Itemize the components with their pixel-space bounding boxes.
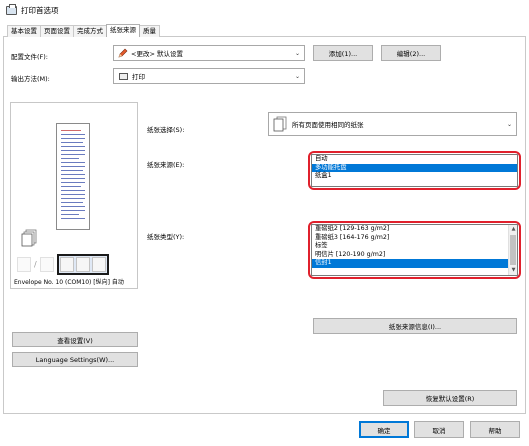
tray-source-icon[interactable] xyxy=(75,256,90,272)
chevron-down-icon: ⌄ xyxy=(506,120,512,128)
tab-paper-source[interactable]: 纸张来源 xyxy=(106,24,140,37)
list-item[interactable]: 标签 xyxy=(312,242,508,251)
printer-view-icon[interactable] xyxy=(17,256,31,272)
source-view-group xyxy=(56,253,109,275)
list-item[interactable]: 自动 xyxy=(312,155,517,164)
paper-selection-select[interactable]: 所有页面使用相同的纸张 ⌄ xyxy=(268,112,517,136)
list-item[interactable]: 明信片 [120-190 g/m2] xyxy=(312,251,508,260)
chevron-down-icon: ⌄ xyxy=(294,49,300,57)
list-item[interactable]: 重磅纸3 [164-176 g/m2] xyxy=(312,234,508,243)
paper-source-label: 纸张来源(E): xyxy=(147,161,185,169)
page-view-icon[interactable] xyxy=(39,256,54,272)
output-method-label: 输出方法(M): xyxy=(11,75,50,83)
restore-defaults-button[interactable]: 恢复默认设置(R) xyxy=(383,390,517,406)
window-title: 打印首选项 xyxy=(21,5,59,15)
printer-icon xyxy=(6,3,17,15)
copies-stack-icon xyxy=(20,229,38,247)
list-item[interactable]: 多功能托盘 xyxy=(312,163,517,173)
tab-page-setup[interactable]: 页面设置 xyxy=(40,25,74,37)
cancel-button[interactable]: 取消 xyxy=(414,421,464,438)
tab-finishing[interactable]: 完成方式 xyxy=(73,25,107,37)
tab-quality[interactable]: 质量 xyxy=(139,25,160,37)
preview-toolbar: / xyxy=(17,253,131,275)
printer-icon xyxy=(119,72,128,80)
chevron-down-icon: ⌄ xyxy=(294,72,300,80)
pencil-icon xyxy=(118,48,128,58)
profile-value: <更改> 默认设置 xyxy=(131,50,183,58)
add-profile-button[interactable]: 添加(1)... xyxy=(313,45,373,61)
ok-button[interactable]: 确定 xyxy=(359,421,409,438)
page-preview xyxy=(56,123,90,230)
tab-strip: 基本设置 页面设置 完成方式 纸张来源 质量 xyxy=(7,24,160,37)
printer-source-icon[interactable] xyxy=(59,256,74,272)
title-bar: 打印首选项 xyxy=(0,0,529,20)
view-settings-button[interactable]: 查看设置(V) xyxy=(12,332,138,347)
scroll-down-icon[interactable]: ▼ xyxy=(509,266,517,275)
list-item[interactable]: 纸盒1 xyxy=(312,172,517,181)
profile-label: 配置文件(F): xyxy=(11,53,49,61)
paper-selection-value: 所有页面使用相同的纸张 xyxy=(292,121,364,129)
paper-type-scrollbar[interactable]: ▲ ▼ xyxy=(508,225,517,275)
pages-icon xyxy=(273,116,287,132)
paper-source-list[interactable]: 自动 多功能托盘 纸盒1 xyxy=(311,154,518,187)
help-button[interactable]: 帮助 xyxy=(470,421,520,438)
scroll-up-icon[interactable]: ▲ xyxy=(509,225,517,234)
list-item[interactable]: 重磅纸2 [129-163 g/m2] xyxy=(312,225,508,234)
list-item[interactable]: 信封1 xyxy=(312,259,508,268)
scroll-thumb[interactable] xyxy=(510,235,516,265)
paper-source-icon[interactable] xyxy=(91,256,106,272)
paper-type-label: 纸张类型(Y): xyxy=(147,233,185,241)
paper-source-info-button[interactable]: 纸张来源信息(I)... xyxy=(313,318,517,334)
paper-info: Envelope No. 10 (COM10) [纵向] 自动 xyxy=(14,279,124,286)
output-method-value: 打印 xyxy=(132,73,145,81)
language-settings-button[interactable]: Language Settings(W)... xyxy=(12,352,138,367)
paper-type-list[interactable]: 重磅纸2 [129-163 g/m2] 重磅纸3 [164-176 g/m2] … xyxy=(311,224,518,276)
edit-profile-button[interactable]: 编辑(2)... xyxy=(381,45,441,61)
output-method-select[interactable]: 打印 ⌄ xyxy=(113,68,305,84)
profile-select[interactable]: <更改> 默认设置 ⌄ xyxy=(113,45,305,61)
paper-selection-label: 纸张选择(S): xyxy=(147,126,185,134)
tab-basic-settings[interactable]: 基本设置 xyxy=(7,25,41,37)
